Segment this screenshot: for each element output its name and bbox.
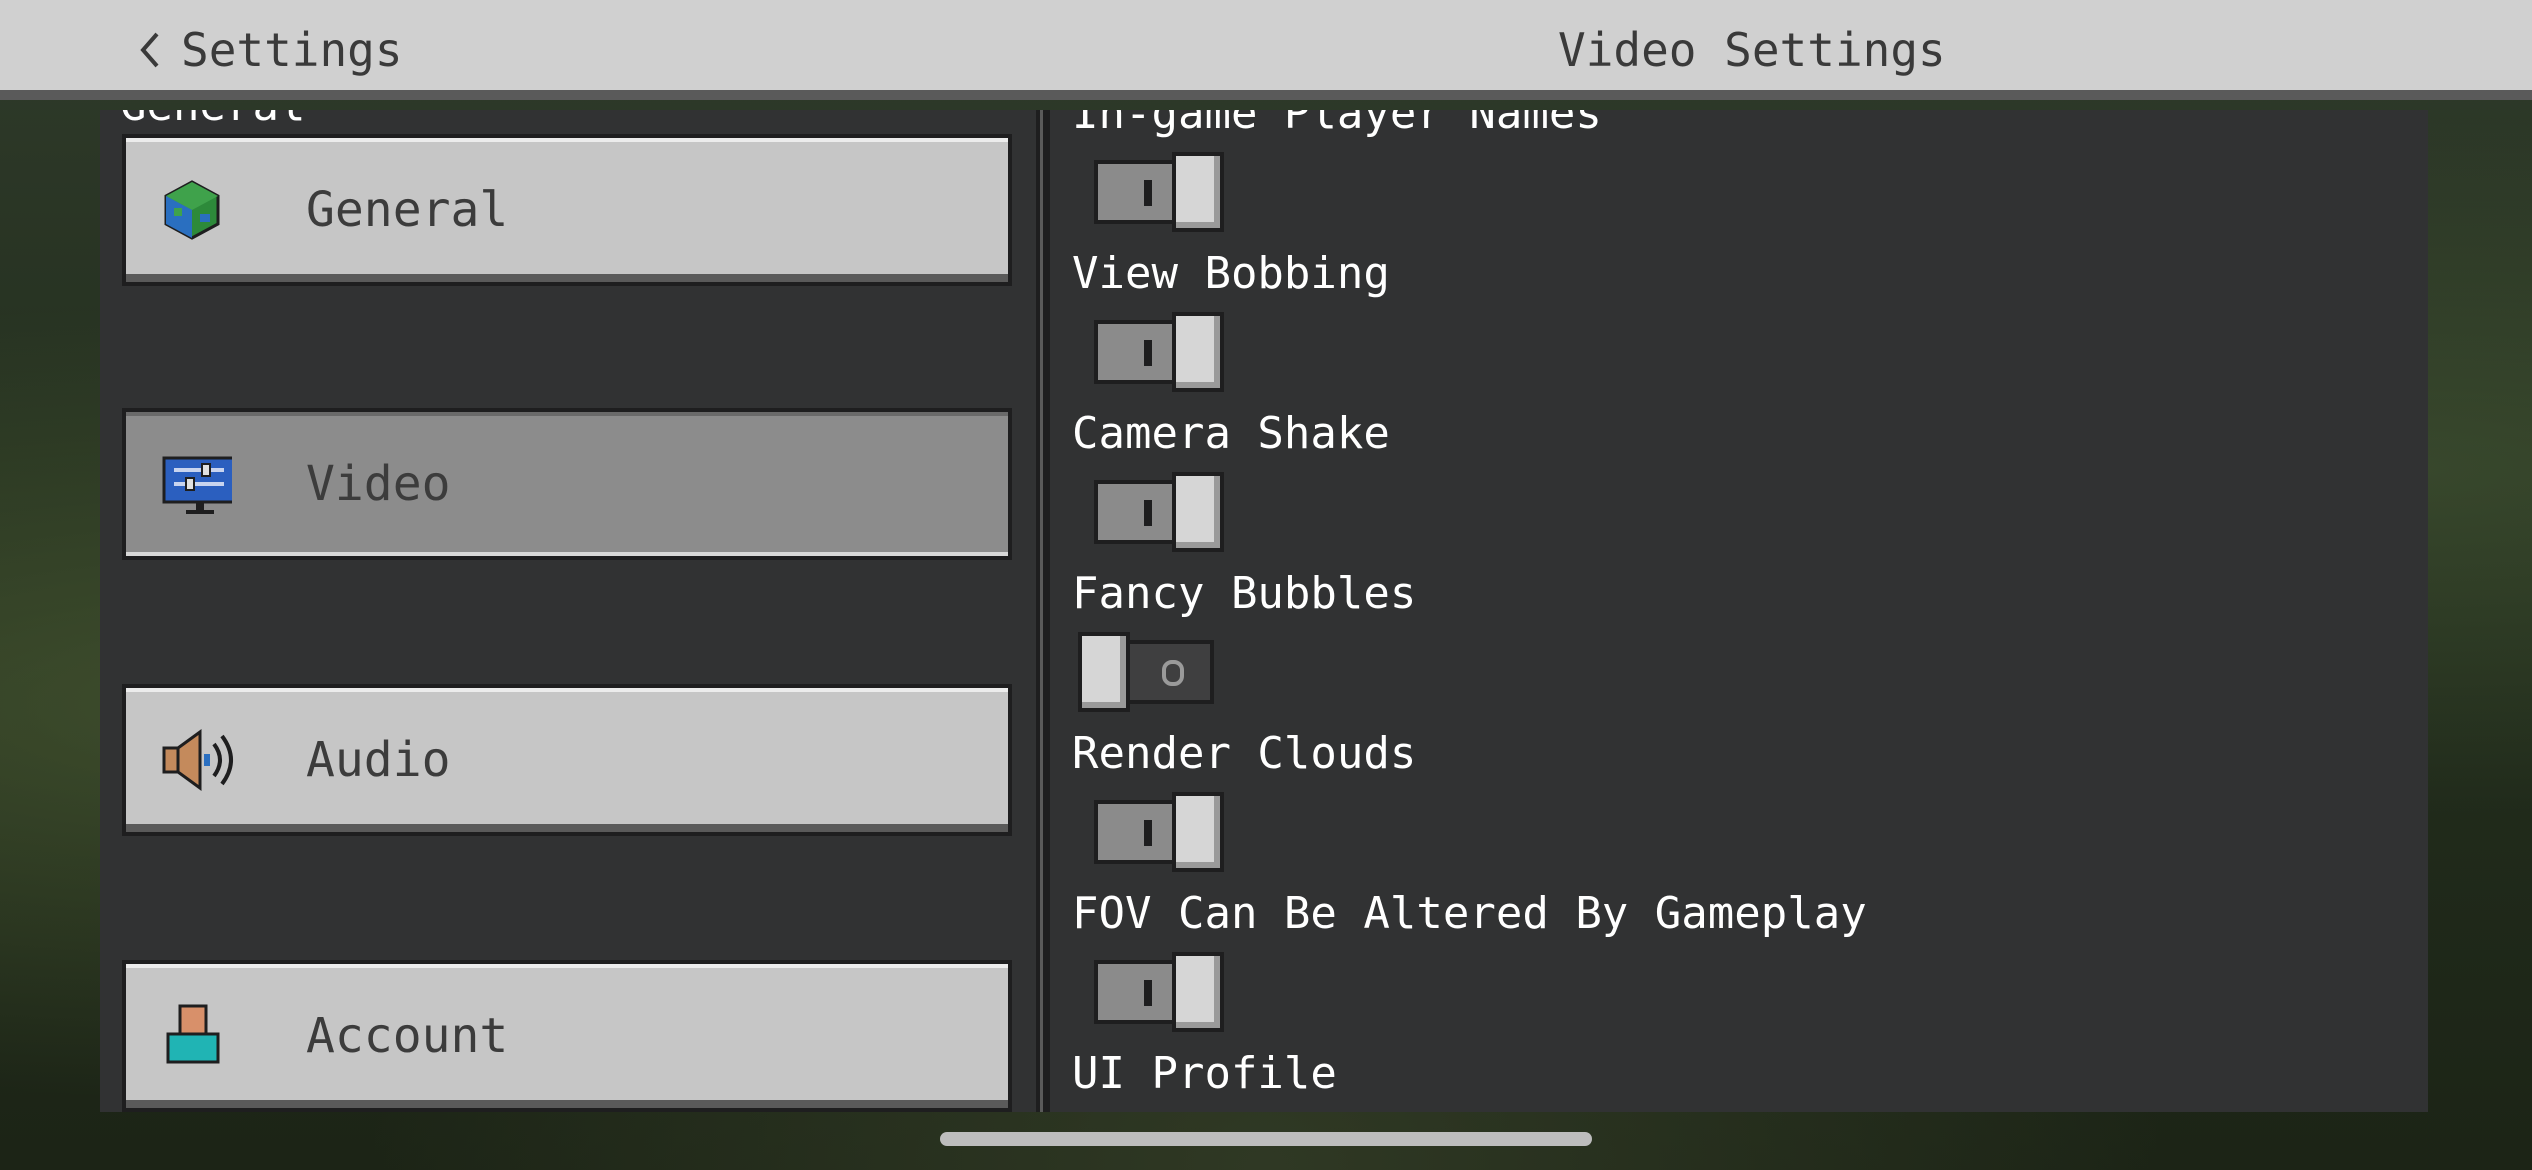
home-indicator[interactable] [940, 1132, 1592, 1146]
toggle-fancy-bubbles[interactable] [1078, 632, 1214, 712]
sidebar-item-label: Video [306, 456, 451, 512]
top-bar: Settings Video Settings [0, 0, 2532, 100]
sidebar-item-general[interactable]: General [122, 134, 1012, 286]
person-icon [166, 1004, 220, 1064]
setting-label-render-clouds: Render Clouds [1072, 728, 1417, 779]
setting-label-view-bobbing: View Bobbing [1072, 248, 1390, 299]
globe-icon [164, 180, 220, 240]
chevron-left-icon [140, 32, 159, 68]
settings-sidebar[interactable]: General General Video [100, 110, 1036, 1112]
video-settings-list[interactable]: In-game Player Names View Bobbing Camera… [1050, 110, 2428, 1112]
sidebar-item-audio[interactable]: Audio [122, 684, 1012, 836]
toggle-knob [1172, 312, 1224, 392]
toggle-fov-gameplay[interactable] [1094, 952, 1228, 1032]
toggle-camera-shake[interactable] [1094, 472, 1228, 552]
toggle-render-clouds[interactable] [1094, 792, 1228, 872]
setting-label-fov-gameplay: FOV Can Be Altered By Gameplay [1072, 888, 1867, 939]
setting-label-player-names: In-game Player Names [1072, 110, 1602, 139]
toggle-knob [1172, 952, 1224, 1032]
toggle-knob [1172, 152, 1224, 232]
toggle-knob [1078, 632, 1130, 712]
back-label: Settings [181, 23, 403, 77]
setting-label-fancy-bubbles: Fancy Bubbles [1072, 568, 1417, 619]
toggle-knob [1172, 472, 1224, 552]
sidebar-item-video[interactable]: Video [122, 408, 1012, 560]
setting-label-ui-profile: UI Profile [1072, 1048, 1337, 1099]
page-title: Video Settings [1558, 23, 1946, 77]
panel-divider [1036, 110, 1050, 1112]
sidebar-section-header: General [120, 110, 305, 131]
speaker-icon [162, 729, 233, 791]
sidebar-item-label: Audio [306, 732, 451, 788]
toggle-knob [1172, 792, 1224, 872]
toggle-view-bobbing[interactable] [1094, 312, 1228, 392]
setting-label-camera-shake: Camera Shake [1072, 408, 1390, 459]
sidebar-item-label: General [306, 182, 509, 238]
sidebar-item-label: Account [306, 1008, 509, 1064]
back-button[interactable]: Settings [135, 22, 403, 78]
monitor-icon [162, 456, 232, 514]
sidebar-item-account[interactable]: Account [122, 960, 1012, 1112]
toggle-player-names[interactable] [1094, 152, 1228, 232]
